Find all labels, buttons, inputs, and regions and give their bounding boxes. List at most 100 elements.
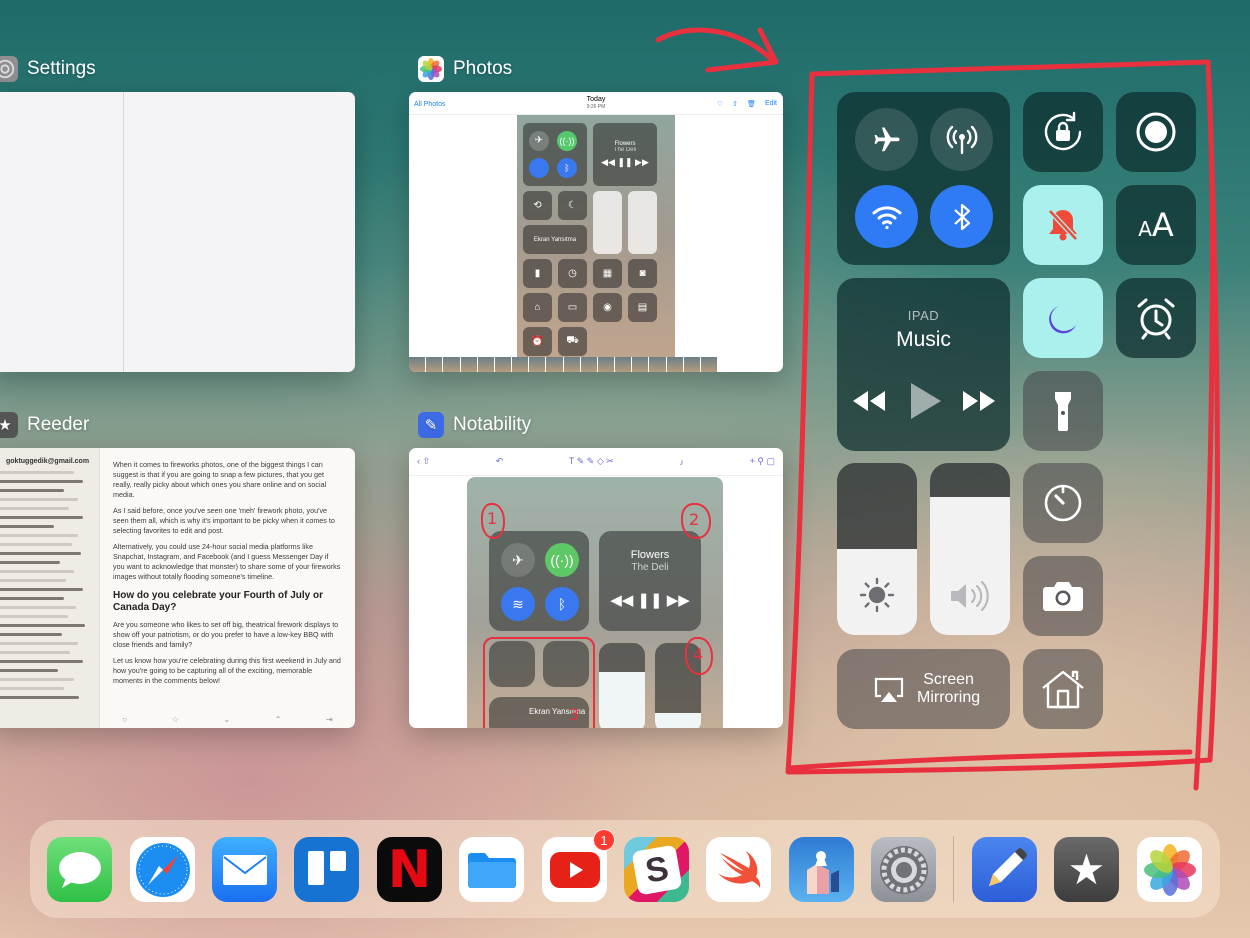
- brightness-slider[interactable]: [837, 463, 917, 635]
- notability-pencil-icon: ✎: [418, 412, 444, 438]
- tools-icon[interactable]: T ✎ ✎ ◇ ✂: [569, 456, 614, 467]
- dock-app-youtube[interactable]: 1: [542, 829, 615, 902]
- trello-icon: [307, 850, 346, 885]
- microphone-icon[interactable]: ♪: [679, 457, 684, 467]
- cellular-data-toggle[interactable]: [930, 108, 993, 171]
- heart-icon[interactable]: ♡: [717, 100, 723, 108]
- reeder-paragraph: Are you someone who likes to set off big…: [113, 620, 339, 649]
- photos-app-title: Photos: [453, 58, 513, 79]
- dock-app-messages[interactable]: [47, 837, 112, 902]
- photos-app-label[interactable]: Photos: [418, 56, 512, 82]
- alarm-clock-icon: [1137, 298, 1175, 340]
- settings-app-card[interactable]: [0, 92, 355, 372]
- dock-app-photos[interactable]: [1137, 837, 1202, 902]
- chevron-up-icon[interactable]: ⌃: [275, 715, 282, 724]
- share-icon[interactable]: ⇥: [326, 715, 333, 724]
- timer-icon: [1044, 484, 1082, 522]
- swift-icon: [717, 850, 760, 888]
- share-icon[interactable]: ⇧: [732, 100, 738, 108]
- home-button[interactable]: [1023, 649, 1103, 729]
- home-icon: [1042, 670, 1084, 709]
- dock-app-trello[interactable]: [294, 837, 359, 902]
- photos-thumbnail-strip[interactable]: [409, 357, 718, 372]
- photos-screenshot-preview: ✈ ((·)) ᛒ Flowers The Deli ◀◀ ❚❚ ▶▶ ⟲ ☾ …: [517, 115, 675, 357]
- photos-app-card[interactable]: All Photos Today 9:26 PM ♡ ⇧ 🗑 Edit ✈ ((…: [409, 92, 783, 372]
- photos-pinwheel-icon: [418, 56, 444, 82]
- notability-app-label[interactable]: ✎ Notability: [418, 412, 531, 438]
- star-icon[interactable]: ☆: [172, 715, 179, 724]
- screen-mirroring-line2: Mirroring: [917, 689, 981, 706]
- note-music-tile: Flowers The Deli ◀◀ ❚❚ ▶▶: [599, 531, 701, 631]
- notability-app-card[interactable]: ‹ ⇧ ↶ T ✎ ✎ ◇ ✂ ♪ + ⚲ ▢ ✈ ((·)) ≋ ᛒ Flow…: [409, 448, 783, 728]
- reeder-app-card[interactable]: goktuggedik@gmail.com When it comes to f…: [0, 448, 355, 728]
- screen-record-button[interactable]: [1116, 92, 1196, 172]
- music-module[interactable]: IPAD Music: [837, 278, 1010, 451]
- fast-forward-button[interactable]: [961, 386, 997, 416]
- reeder-app-label[interactable]: ★ Reeder: [0, 412, 89, 438]
- do-not-disturb-toggle[interactable]: [1023, 278, 1103, 358]
- wifi-toggle[interactable]: [855, 185, 918, 248]
- airplay-icon: [874, 677, 904, 702]
- preview-brightness-slider: [593, 191, 622, 254]
- arrow-curve: [655, 27, 775, 63]
- reeder-star-icon: ★: [0, 412, 18, 438]
- dock-app-slack[interactable]: S: [624, 837, 689, 902]
- dock-app-netflix[interactable]: N: [377, 837, 442, 902]
- home-icon: ⌂: [523, 293, 552, 322]
- alarm-button[interactable]: [1116, 278, 1196, 358]
- reeder-account: goktuggedik@gmail.com: [6, 458, 90, 465]
- arrow-head: [705, 27, 779, 73]
- preview-volume-slider: [628, 191, 657, 254]
- preview-music-tile: Flowers The Deli ◀◀ ❚❚ ▶▶: [593, 123, 657, 186]
- circle-icon[interactable]: ○: [122, 715, 127, 724]
- airplane-icon: ✈: [529, 130, 549, 151]
- screen-mirroring-button[interactable]: Screen Mirroring: [837, 649, 1010, 729]
- text-size-button[interactable]: AA: [1116, 185, 1196, 265]
- silent-mode-toggle[interactable]: [1023, 185, 1103, 265]
- bluetooth-toggle[interactable]: [930, 185, 993, 248]
- reeder-paragraph: As I said before, once you've seen one '…: [113, 506, 335, 535]
- rewind-button[interactable]: [851, 386, 887, 416]
- timer-icon: ◷: [558, 259, 587, 288]
- settings-app-label[interactable]: Settings: [0, 56, 96, 82]
- wifi-icon: [872, 205, 901, 229]
- play-button[interactable]: [907, 380, 943, 422]
- dock-app-safari[interactable]: [130, 837, 195, 902]
- dock-app-files[interactable]: [459, 837, 524, 902]
- airplane-mode-toggle[interactable]: [855, 108, 918, 171]
- dock-app-monument-valley[interactable]: [789, 837, 854, 902]
- trash-icon[interactable]: 🗑: [747, 100, 756, 108]
- back-chevron-icon[interactable]: ‹ ⇧: [417, 456, 430, 467]
- dock-app-reeder[interactable]: ★: [1054, 837, 1119, 902]
- volume-slider[interactable]: [930, 463, 1010, 635]
- note-brightness-slider: [599, 643, 645, 728]
- cellular-antenna-icon: ((·)): [557, 130, 577, 151]
- slack-icon: S: [631, 844, 682, 895]
- dock-app-settings[interactable]: [871, 837, 936, 902]
- camera-button[interactable]: [1023, 556, 1103, 636]
- dock-app-mail[interactable]: [212, 837, 277, 902]
- photos-edit-link[interactable]: Edit: [765, 100, 777, 108]
- music-title: Music: [896, 328, 951, 351]
- screen-mirroring-line1: Screen: [923, 671, 974, 688]
- undo-icon[interactable]: ↶: [496, 456, 504, 467]
- add-icon[interactable]: + ⚲ ▢: [750, 456, 775, 467]
- preview-mirroring-tile: Ekran Yansıtma: [523, 225, 587, 254]
- netflix-icon: N: [387, 839, 432, 900]
- moon-icon: ☾: [558, 191, 587, 220]
- battery-icon: ▭: [558, 293, 587, 322]
- calculator-icon: ▦: [593, 259, 622, 288]
- play-icon: [911, 383, 941, 419]
- preview-connectivity-tile: ✈ ((·)) ᛒ: [523, 123, 587, 186]
- reeder-article-body: When it comes to fireworks photos, one o…: [113, 460, 341, 692]
- rotation-lock-toggle[interactable]: [1023, 92, 1103, 172]
- car-icon: ⛟: [558, 327, 587, 356]
- timer-button[interactable]: [1023, 463, 1103, 543]
- dock-app-swift-playgrounds[interactable]: [706, 837, 771, 902]
- dock-app-notability[interactable]: [972, 837, 1037, 902]
- chevron-down-icon[interactable]: ⌄: [223, 715, 230, 724]
- monument-valley-icon: [806, 850, 839, 894]
- flashlight-toggle[interactable]: [1023, 371, 1103, 451]
- notability-pencil-icon: [988, 847, 1027, 886]
- airplane-icon: [874, 127, 899, 151]
